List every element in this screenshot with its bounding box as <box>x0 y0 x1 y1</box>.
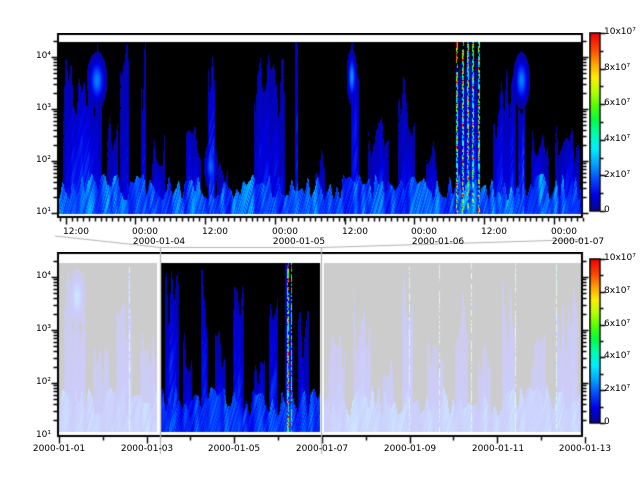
y-tick-label: 10³ <box>18 324 51 335</box>
x-tick-time-label: 12:00 <box>202 227 228 238</box>
colorbar-tick-label: 8x10⁷ <box>604 63 630 74</box>
x-tick-time-label: 12:00 <box>63 227 89 238</box>
x-tick-date-label: 2000-01-09 <box>384 444 436 455</box>
x-tick-date-label: 2000-01-07 <box>552 237 604 248</box>
y-tick-label: 10³ <box>18 103 51 114</box>
y-tick-label: 10¹ <box>18 207 51 218</box>
tplot-figure: 10⁴ 10³ 10² 10¹ 12:00 00:00 12:00 00:00 … <box>0 0 640 480</box>
colorbar-tick-label: 8x10⁷ <box>604 286 630 297</box>
x-tick-date-label: 2000-01-03 <box>121 444 173 455</box>
colorbar-tick-label: 2x10⁷ <box>604 384 630 395</box>
colorbar-tick-label: 0 <box>604 417 610 428</box>
x-tick-date-label: 2000-01-01 <box>33 444 85 455</box>
x-tick-date-label: 2000-01-05 <box>208 444 260 455</box>
colorbar-tick-label: 2x10⁷ <box>604 170 630 181</box>
colorbar-tick-label: 0 <box>604 205 610 216</box>
x-tick-date-label: 2000-01-05 <box>273 237 325 248</box>
x-tick-date-label: 2000-01-11 <box>472 444 524 455</box>
colorbar-tick-label: 6x10⁷ <box>604 319 630 330</box>
y-tick-label: 10² <box>18 377 51 388</box>
y-tick-label: 10² <box>18 155 51 166</box>
x-tick-date-label: 2000-01-06 <box>412 237 464 248</box>
y-tick-label: 10¹ <box>18 430 51 441</box>
x-tick-date-label: 2000-01-13 <box>559 444 611 455</box>
colorbar-tick-label: 10x10⁷ <box>604 253 636 264</box>
x-tick-date-label: 2000-01-04 <box>133 237 185 248</box>
colorbar-tick-label: 6x10⁷ <box>604 98 630 109</box>
x-tick-time-label: 12:00 <box>481 227 507 238</box>
colorbar-tick-label: 4x10⁷ <box>604 351 630 362</box>
colorbar-tick-label: 4x10⁷ <box>604 134 630 145</box>
x-tick-time-label: 12:00 <box>342 227 368 238</box>
y-tick-label: 10⁴ <box>18 271 51 282</box>
x-tick-date-label: 2000-01-07 <box>296 444 348 455</box>
colorbar-tick-label: 10x10⁷ <box>604 27 636 38</box>
y-tick-label: 10⁴ <box>18 51 51 62</box>
